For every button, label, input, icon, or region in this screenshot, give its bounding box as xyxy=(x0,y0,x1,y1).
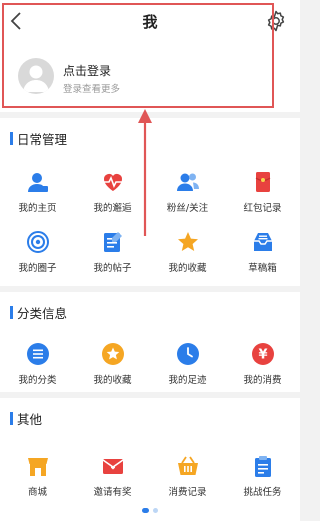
section-bar xyxy=(10,305,13,319)
login-title[interactable]: 点击登录 xyxy=(63,62,111,79)
invite-mail-icon xyxy=(102,459,123,474)
menu-challenge-tasks[interactable]: 挑战任务 xyxy=(225,454,300,498)
menu-label: 草稿箱 xyxy=(248,263,277,274)
shop-icon xyxy=(27,458,48,476)
menu-my-spending[interactable]: ¥ 我的消费 xyxy=(225,342,300,386)
menu-label: 我的帖子 xyxy=(93,263,132,274)
svg-text:¥: ¥ xyxy=(258,348,267,363)
section-header: 分类信息 xyxy=(10,304,68,321)
basket-icon xyxy=(177,456,198,475)
section-bar xyxy=(10,411,13,425)
star-badge-icon xyxy=(101,343,124,365)
section-header: 日常管理 xyxy=(10,130,68,147)
menu-label: 我的圈子 xyxy=(18,263,57,274)
menu-my-collection[interactable]: 我的收藏 xyxy=(75,342,150,386)
gear-icon[interactable] xyxy=(264,9,288,33)
page-indicator xyxy=(0,508,300,513)
yen-icon: ¥ xyxy=(251,343,274,365)
star-icon xyxy=(177,232,198,251)
menu-label: 粉丝/关注 xyxy=(166,203,209,214)
menu-label: 商城 xyxy=(27,487,47,498)
login-subtitle: 登录查看更多 xyxy=(63,84,121,95)
menu-label: 红包记录 xyxy=(243,203,282,214)
menu-invite-rewards[interactable]: 邀请有奖 xyxy=(75,454,150,498)
section-title: 其他 xyxy=(17,411,43,427)
menu-my-categories[interactable]: 我的分类 xyxy=(0,342,75,386)
menu-label: 我的收藏 xyxy=(168,263,207,274)
person-icon xyxy=(27,173,48,192)
menu-mall[interactable]: 商城 xyxy=(0,454,75,498)
top-bar: 我 xyxy=(0,0,300,44)
menu-label: 我的消费 xyxy=(243,375,282,386)
menu-label: 我的主页 xyxy=(18,203,57,214)
menu-label: 邀请有奖 xyxy=(93,487,132,498)
other-section: 其他 商城 邀请有奖 消费记录 挑战任务 xyxy=(0,398,300,521)
menu-label: 消费记录 xyxy=(168,487,207,498)
section-title: 日常管理 xyxy=(17,131,68,147)
menu-my-homepage[interactable]: 我的主页 xyxy=(0,170,75,214)
menu-fans-follow[interactable]: 粉丝/关注 xyxy=(150,170,225,214)
menu-label: 挑战任务 xyxy=(243,487,282,498)
page-dot-active[interactable] xyxy=(142,508,149,513)
menu-label: 我的收藏 xyxy=(93,375,132,386)
default-avatar-icon xyxy=(23,65,49,92)
post-icon xyxy=(103,232,122,252)
login-card[interactable]: 点击登录 登录查看更多 xyxy=(0,44,300,112)
page-dot[interactable] xyxy=(153,508,158,513)
avatar[interactable] xyxy=(18,58,54,94)
classified-info-section: 分类信息 我的分类 我的收藏 我的足迹 ¥ 我的消费 xyxy=(0,292,300,392)
menu-my-posts[interactable]: 我的帖子 xyxy=(75,230,150,274)
people-icon xyxy=(176,173,199,191)
daily-management-section: 日常管理 我的主页 我的邂逅 粉丝/关注 红包记录 我的圈子 我的帖子 我的收藏… xyxy=(0,118,300,286)
section-bar xyxy=(10,131,13,145)
menu-red-envelope-records[interactable]: 红包记录 xyxy=(225,170,300,214)
red-envelope-icon xyxy=(255,172,270,192)
heartbeat-icon xyxy=(102,174,123,191)
clipboard-icon xyxy=(254,456,271,477)
menu-my-encounters[interactable]: 我的邂逅 xyxy=(75,170,150,214)
clock-icon xyxy=(176,343,199,365)
menu-label: 我的足迹 xyxy=(168,375,207,386)
drafts-icon xyxy=(253,233,272,251)
section-title: 分类信息 xyxy=(17,305,68,321)
menu-label: 我的分类 xyxy=(18,375,57,386)
menu-my-circles[interactable]: 我的圈子 xyxy=(0,230,75,274)
menu-label: 我的邂逅 xyxy=(93,203,132,214)
section-header: 其他 xyxy=(10,410,43,427)
menu-drafts[interactable]: 草稿箱 xyxy=(225,230,300,274)
menu-my-footprints[interactable]: 我的足迹 xyxy=(150,342,225,386)
circle-icon xyxy=(26,231,49,253)
page-title: 我 xyxy=(142,13,158,31)
list-icon xyxy=(26,343,49,365)
menu-spending-records[interactable]: 消费记录 xyxy=(150,454,225,498)
menu-my-favorites[interactable]: 我的收藏 xyxy=(150,230,225,274)
